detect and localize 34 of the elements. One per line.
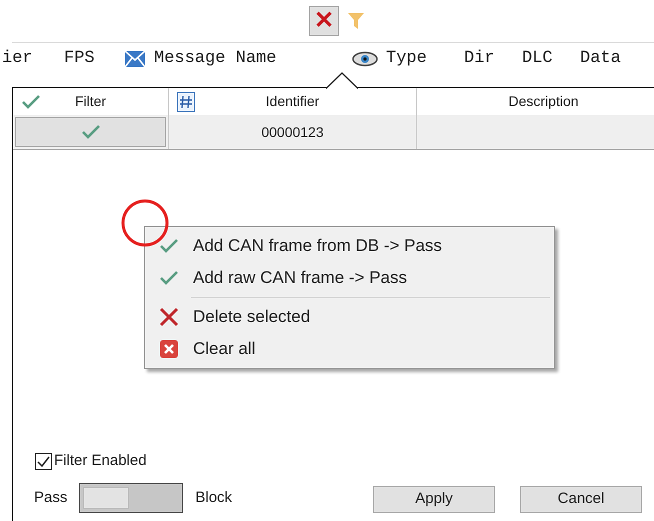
menu-item[interactable]: Delete selected <box>145 301 554 333</box>
check-icon <box>159 238 179 254</box>
column-header: Type <box>386 48 427 70</box>
cross-icon <box>159 307 179 327</box>
identifier-cell-text: 00000123 <box>261 122 324 142</box>
check-icon <box>21 94 41 110</box>
filter-toggle[interactable] <box>15 117 166 147</box>
check-icon <box>80 124 100 140</box>
checkbox[interactable] <box>35 452 52 470</box>
column-header: Description <box>508 92 579 111</box>
hash-icon <box>177 92 195 112</box>
column-header: Identifier <box>266 92 320 111</box>
menu-item[interactable]: Clear all <box>145 333 554 365</box>
switch-label: Block <box>195 488 232 508</box>
column-header: FPS <box>64 48 95 70</box>
menu-item[interactable]: Add CAN frame from DB -> Pass <box>145 230 554 262</box>
column-header: DLC <box>522 48 553 70</box>
menu-item[interactable]: Add raw CAN frame -> Pass <box>145 262 554 294</box>
checkbox-label: Filter Enabled <box>54 451 147 471</box>
clear-icon <box>159 339 179 359</box>
eye-icon <box>352 51 378 67</box>
column-header: Dir <box>464 48 495 70</box>
close-button[interactable]: ✕ <box>309 6 339 36</box>
column-header: Data <box>580 48 621 70</box>
column-header: Filter <box>74 92 106 111</box>
highlight-circle <box>120 198 170 248</box>
column-header: Message Name <box>154 48 276 70</box>
switch-label: Pass <box>34 488 68 508</box>
column-header: ier <box>2 48 33 70</box>
dialog-button[interactable]: Apply <box>373 486 495 513</box>
dialog-button[interactable]: Cancel <box>520 486 642 513</box>
envelope-icon <box>124 50 146 68</box>
check-icon <box>159 270 179 286</box>
pass-block-switch[interactable] <box>79 483 184 513</box>
